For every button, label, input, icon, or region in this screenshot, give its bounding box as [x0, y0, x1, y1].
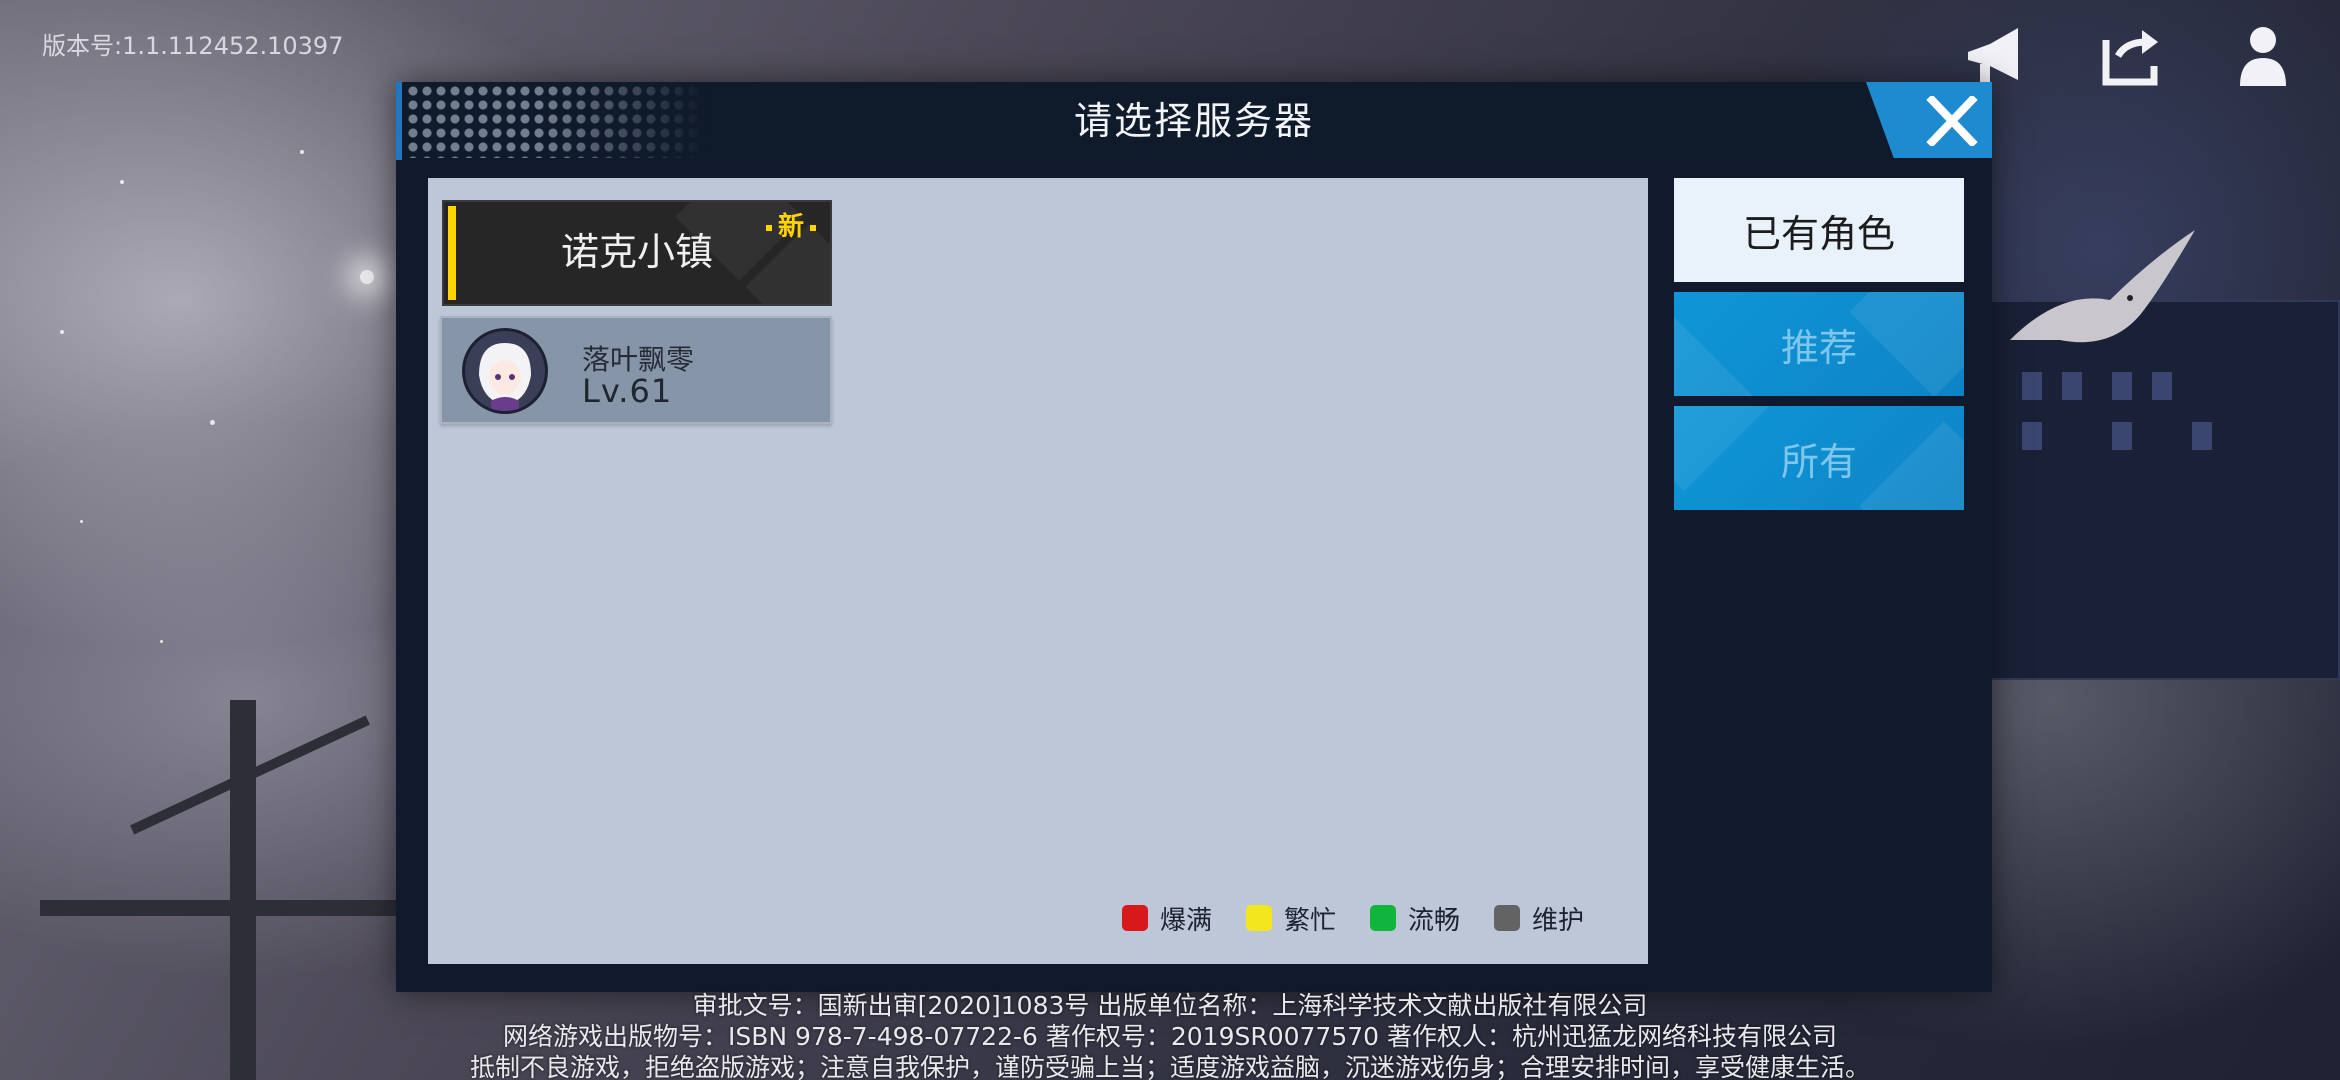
server-filter-tabs: 已有角色 推荐 所有 [1674, 178, 1964, 520]
version-label: 版本号:1.1.112452.10397 [42, 32, 344, 60]
character-level: Lv.61 [582, 372, 673, 410]
legend-item-smooth: 流畅 [1370, 900, 1460, 937]
star [160, 640, 163, 643]
character-card[interactable]: 落叶飘零 Lv.61 [440, 316, 832, 424]
star [60, 330, 64, 334]
avatar [462, 328, 548, 414]
legend-item-full: 爆满 [1122, 900, 1212, 937]
user-icon[interactable] [2228, 22, 2298, 92]
legend-item-maintenance: 维护 [1494, 900, 1584, 937]
server-list-panel: 诺克小镇 新 落叶飘零 Lv.61 爆满 繁忙 流畅 维护 [428, 178, 1648, 964]
bird-illustration [2010, 230, 2195, 343]
crane-arm [40, 900, 400, 916]
star-sparkle [360, 270, 374, 284]
close-icon [1926, 96, 1978, 146]
status-legend: 爆满 繁忙 流畅 维护 [1122, 900, 1584, 936]
footer-line: 抵制不良游戏，拒绝盗版游戏；注意自我保护，谨防受骗上当；适度游戏益脑，沉迷游戏伤… [469, 1053, 1870, 1080]
star [300, 150, 304, 154]
legend-item-busy: 繁忙 [1246, 900, 1336, 937]
tab-recommended[interactable]: 推荐 [1674, 292, 1964, 396]
legend-swatch-yellow [1246, 905, 1273, 931]
server-select-dialog: 请选择服务器 诺克小镇 新 落叶飘零 Lv.61 爆满 繁忙 流畅 维护 已有角… [396, 82, 1992, 992]
legend-swatch-red [1122, 905, 1148, 931]
dialog-header: 请选择服务器 [396, 82, 1992, 160]
footer-line: 审批文号：国新出审[2020]1083号 出版单位名称：上海科学技术文献出版社有… [692, 991, 1648, 1020]
legend-swatch-green [1370, 905, 1397, 931]
legal-footer: 审批文号：国新出审[2020]1083号 出版单位名称：上海科学技术文献出版社有… [0, 990, 2340, 1080]
tab-all[interactable]: 所有 [1674, 406, 1964, 510]
footer-line: 网络游戏出版物号：ISBN 978-7-498-07722-6 著作权号：201… [503, 1022, 1837, 1051]
star [80, 520, 83, 523]
switch-icon[interactable] [2096, 22, 2166, 92]
star [210, 420, 215, 425]
tab-existing-characters[interactable]: 已有角色 [1674, 178, 1964, 282]
legend-swatch-gray [1494, 905, 1521, 931]
server-item[interactable]: 诺克小镇 新 [442, 200, 832, 306]
dialog-title: 请选择服务器 [1073, 99, 1314, 143]
new-badge: 新 [760, 206, 822, 243]
star [120, 180, 124, 184]
